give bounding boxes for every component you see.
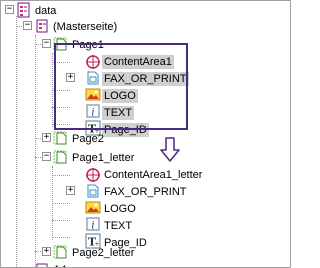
collapse-toggle[interactable]: − xyxy=(42,152,51,161)
tree-item-page1-letter[interactable]: Page1_letter xyxy=(70,151,136,165)
tree-item-a4[interactable]: A4 xyxy=(51,263,68,267)
tree-item-page2-letter[interactable]: Page2_letter xyxy=(70,246,136,260)
tree-line xyxy=(52,175,70,176)
expand-toggle[interactable]: + xyxy=(42,133,51,142)
image-icon xyxy=(85,201,101,214)
tree-item-data[interactable]: data xyxy=(33,4,58,18)
tree-item-masterpages[interactable]: (Masterseite) xyxy=(51,20,119,34)
tree-line xyxy=(35,35,36,267)
collapse-toggle[interactable]: − xyxy=(5,5,14,14)
tree-line xyxy=(16,16,17,267)
tree-item-fax-or-print-letter[interactable]: FAX_OR_PRINT xyxy=(102,185,189,199)
collapse-toggle[interactable]: − xyxy=(23,21,32,30)
tree-line xyxy=(52,203,70,204)
collapse-toggle[interactable]: − xyxy=(42,39,51,48)
tree-item-contentarea1-letter[interactable]: ContentArea1_letter xyxy=(102,168,204,182)
subform-icon xyxy=(87,184,99,198)
down-arrow-icon xyxy=(160,137,180,162)
expand-toggle[interactable]: + xyxy=(42,247,51,256)
page-icon xyxy=(53,131,67,145)
document-tree-icon xyxy=(17,2,30,18)
folder-icon xyxy=(36,263,48,267)
highlight-box xyxy=(54,43,188,130)
tree-line xyxy=(52,220,70,221)
page-icon xyxy=(53,245,67,259)
hierarchy-tree-panel: − data − (Masterseite) − Page1 ContentAr… xyxy=(0,0,291,268)
expand-toggle[interactable]: + xyxy=(66,186,75,195)
tree-item-text-letter[interactable]: TEXT xyxy=(102,219,134,233)
text-info-icon: i xyxy=(86,217,100,232)
content-area-icon xyxy=(86,168,100,182)
tree-item-page2[interactable]: Page2 xyxy=(70,132,106,146)
tree-line xyxy=(52,237,70,238)
svg-text:i: i xyxy=(91,221,94,232)
folder-open-icon xyxy=(36,19,48,33)
tree-item-logo-letter[interactable]: LOGO xyxy=(102,202,138,216)
page-icon xyxy=(53,150,67,164)
